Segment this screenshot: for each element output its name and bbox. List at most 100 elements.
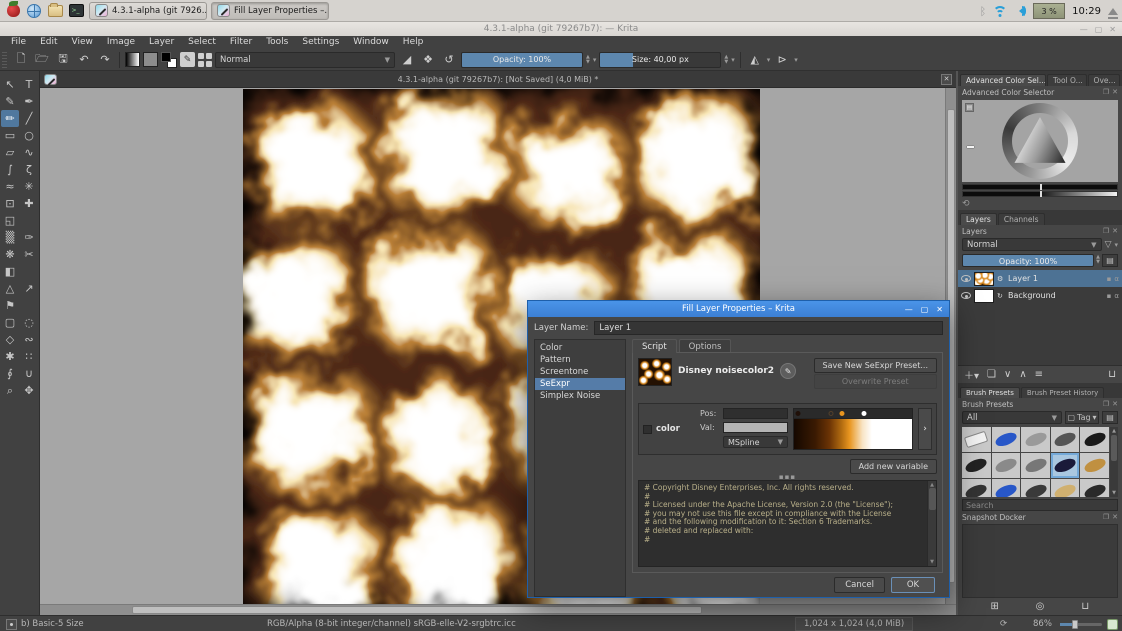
task-button-krita-main[interactable]: 4.3.1-alpha (git 7926... bbox=[89, 2, 207, 20]
layer-row-Background[interactable]: ↻ Background ▪α bbox=[958, 287, 1122, 304]
bluetooth-icon[interactable]: ᛒ bbox=[980, 5, 987, 18]
brush-preset-thumbnail[interactable] bbox=[1021, 453, 1050, 478]
script-scrollbar[interactable]: ▲▼ bbox=[927, 481, 936, 566]
brush-preset-thumbnail[interactable] bbox=[1051, 479, 1080, 497]
tool-button-rectangle[interactable]: ▭ bbox=[1, 127, 19, 144]
shade-strip-1[interactable] bbox=[962, 184, 1118, 190]
horizontal-scrollbar[interactable] bbox=[40, 604, 956, 615]
preset-display-icon[interactable]: ▤ bbox=[1102, 411, 1118, 424]
layer-visibility-icon[interactable] bbox=[961, 292, 971, 299]
mirror-horizontal-icon[interactable]: ◭ bbox=[746, 51, 764, 69]
dialog-minimize-icon[interactable]: — bbox=[905, 305, 913, 314]
lock-icon[interactable]: ▪ bbox=[1107, 292, 1112, 300]
save-preset-button[interactable]: Save New SeExpr Preset... bbox=[814, 358, 937, 373]
dialog-titlebar[interactable]: Fill Layer Properties – Krita — ▢ ✕ bbox=[528, 301, 949, 317]
eraser-mode-icon[interactable]: ◢ bbox=[398, 51, 416, 69]
document-close-icon[interactable]: ✕ bbox=[941, 74, 952, 85]
gradient-ramp[interactable] bbox=[793, 418, 913, 450]
cpu-meter[interactable]: 3 % bbox=[1033, 3, 1065, 19]
horizontal-scrollbar-thumb[interactable] bbox=[132, 606, 702, 614]
size-spinner[interactable]: ▲▼ bbox=[724, 55, 728, 65]
minimize-icon[interactable]: — bbox=[1080, 25, 1088, 34]
tool-button-transform[interactable]: ⊡ bbox=[1, 195, 19, 212]
tool-button-crop[interactable]: ◱ bbox=[1, 212, 19, 229]
edit-brush-settings-icon[interactable]: ✎ bbox=[180, 52, 195, 67]
menu-item[interactable]: Settings bbox=[295, 36, 346, 49]
tool-button-color-sampler[interactable]: ✑ bbox=[20, 229, 38, 246]
gradient-stop[interactable] bbox=[829, 411, 834, 416]
snapshot-add-icon[interactable]: ⊞ bbox=[972, 601, 1017, 612]
add-variable-button[interactable]: Add new variable bbox=[850, 459, 937, 474]
pos-input[interactable] bbox=[723, 408, 788, 419]
menu-item[interactable]: Filter bbox=[223, 36, 259, 49]
toolbar-drag-handle[interactable] bbox=[2, 52, 7, 68]
zoom-level[interactable]: 86% bbox=[1033, 616, 1052, 631]
tool-button-contiguous-select[interactable]: ✱ bbox=[1, 348, 19, 365]
variable-checkbox[interactable] bbox=[643, 425, 652, 434]
size-slider[interactable]: Size: 40,00 px bbox=[599, 52, 721, 68]
menu-item[interactable]: Select bbox=[181, 36, 223, 49]
undo-icon[interactable]: ↶ bbox=[75, 51, 93, 69]
layer-visibility-icon[interactable] bbox=[961, 275, 971, 282]
task-button-fill-layer-props[interactable]: Fill Layer Properties –... bbox=[211, 2, 329, 20]
brush-preset-thumbnail[interactable] bbox=[992, 479, 1021, 497]
tool-button-spacer-a[interactable] bbox=[20, 212, 38, 229]
close-docker-icon[interactable]: ✕ bbox=[1112, 513, 1118, 521]
brush-preset-thumbnail[interactable] bbox=[962, 453, 991, 478]
color-history-icon[interactable]: ⟲ bbox=[962, 199, 970, 209]
duplicate-layer-button[interactable]: ❏ bbox=[987, 369, 996, 380]
interpolation-dropdown[interactable]: MSpline ▼ bbox=[723, 436, 788, 448]
generator-item[interactable]: Pattern bbox=[535, 354, 625, 366]
tool-button-ellipse-select[interactable]: ◌ bbox=[20, 314, 38, 331]
blend-mode-dropdown[interactable]: Normal ▼ bbox=[215, 52, 395, 68]
gradient-stop[interactable] bbox=[839, 411, 844, 416]
maximize-icon[interactable]: ▢ bbox=[1095, 25, 1103, 34]
brush-docker-tab[interactable]: Brush Preset History bbox=[1021, 387, 1104, 398]
mirror-horizontal-arrow[interactable]: ▾ bbox=[767, 56, 771, 64]
brush-preset-thumbnail[interactable] bbox=[1021, 427, 1050, 452]
tool-button-polygon-select[interactable]: ◇ bbox=[1, 331, 19, 348]
brush-preset-thumbnail[interactable] bbox=[962, 427, 991, 452]
cancel-button[interactable]: Cancel bbox=[834, 577, 885, 593]
layer-name-input[interactable] bbox=[594, 321, 943, 335]
gradient-stop[interactable] bbox=[796, 411, 801, 416]
opacity-options-arrow[interactable]: ▾ bbox=[593, 56, 597, 64]
alpha-lock-icon[interactable]: α bbox=[1114, 275, 1119, 283]
add-layer-button[interactable]: ＋▾ bbox=[964, 367, 979, 382]
ok-button[interactable]: OK bbox=[891, 577, 935, 593]
fg-bg-colors[interactable] bbox=[161, 52, 177, 68]
tool-button-line[interactable]: ╱ bbox=[20, 110, 38, 127]
tool-button-fill[interactable]: ◧ bbox=[1, 263, 19, 280]
float-docker-icon[interactable]: ❐ bbox=[1103, 513, 1109, 521]
redo-icon[interactable]: ↷ bbox=[96, 51, 114, 69]
layer-view-options-icon[interactable]: ▤ bbox=[1102, 254, 1118, 267]
brush-grid-scrollbar[interactable]: ▲▼ bbox=[1110, 427, 1118, 497]
tool-button-polyline[interactable]: ∿ bbox=[20, 144, 38, 161]
scroll-up-icon[interactable]: ▲ bbox=[1112, 428, 1116, 434]
selector-settings-icon[interactable]: ▤ bbox=[965, 103, 974, 112]
app-menu-icon[interactable] bbox=[5, 3, 21, 19]
wifi-icon[interactable] bbox=[993, 6, 1007, 17]
menu-item[interactable]: Help bbox=[396, 36, 431, 49]
menu-item[interactable]: Window bbox=[346, 36, 396, 49]
menu-item[interactable]: Image bbox=[100, 36, 142, 49]
dialog-close-icon[interactable]: ✕ bbox=[936, 305, 943, 314]
tool-button-select-shapes[interactable]: ↖ bbox=[1, 76, 19, 93]
tool-button-freehand-select[interactable]: ∾ bbox=[20, 331, 38, 348]
eject-icon[interactable] bbox=[1108, 3, 1118, 15]
snapshot-delete-icon[interactable]: ⊔ bbox=[1063, 601, 1108, 612]
float-docker-icon[interactable]: ❐ bbox=[1103, 227, 1109, 235]
tool-button-measure[interactable]: ↗ bbox=[20, 280, 38, 297]
browser-icon[interactable] bbox=[26, 3, 42, 19]
pattern-swatch[interactable] bbox=[143, 52, 158, 67]
val-input[interactable] bbox=[723, 422, 788, 433]
tool-button-zoom[interactable]: ⌕ bbox=[1, 382, 19, 399]
tool-button-ellipse[interactable]: ○ bbox=[20, 127, 38, 144]
menu-item[interactable]: View bbox=[65, 36, 100, 49]
layer-blend-mode-dropdown[interactable]: Normal ▼ bbox=[962, 238, 1102, 251]
terminal-icon[interactable]: >_ bbox=[68, 3, 84, 19]
brush-preset-thumbnail[interactable] bbox=[992, 427, 1021, 452]
new-document-icon[interactable]: 🗋 bbox=[12, 51, 30, 69]
close-docker-icon[interactable]: ✕ bbox=[1112, 88, 1118, 96]
brush-preset-thumbnail[interactable] bbox=[1080, 453, 1109, 478]
